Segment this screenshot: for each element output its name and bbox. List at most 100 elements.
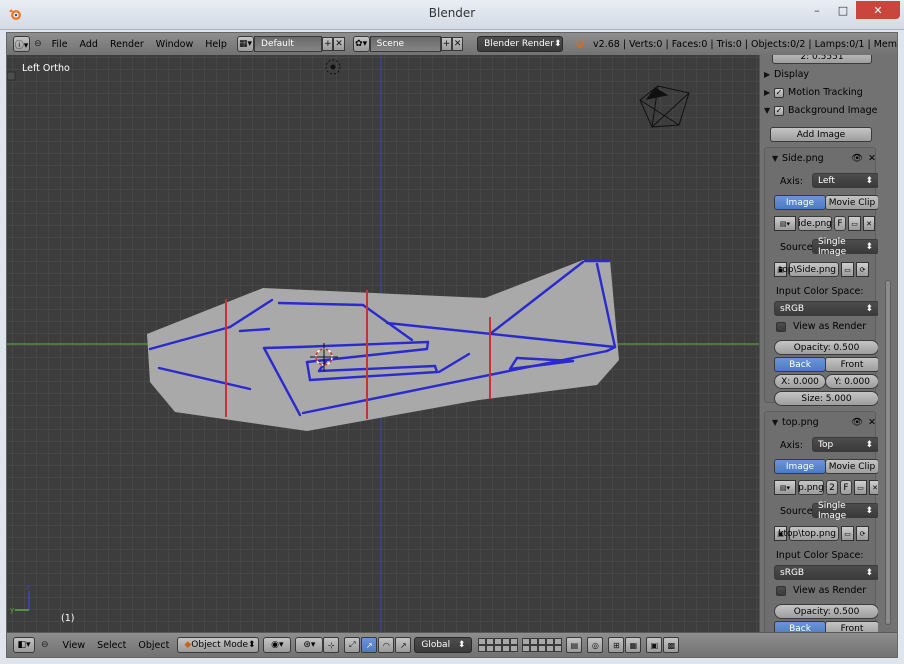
render-engine-select[interactable]: Blender Render ⬍: [477, 36, 564, 52]
minimize-button[interactable]: –: [804, 1, 830, 19]
layer-toggles[interactable]: [478, 638, 566, 652]
interaction-mode-select[interactable]: ◆ Object Mode ⬍: [177, 637, 260, 653]
top-back-button[interactable]: Back: [774, 621, 826, 632]
scene-browse-button[interactable]: ✿▾: [352, 36, 370, 52]
bg-image-top-header[interactable]: ▼ top.png 👁 ✕: [772, 417, 876, 428]
top-axis-select[interactable]: Top ⬍: [812, 437, 878, 452]
close-button[interactable]: ✕: [856, 1, 900, 19]
scene-field[interactable]: Scene: [369, 36, 442, 52]
viewport-shading-select[interactable]: ◉▾: [263, 637, 292, 653]
editor-type-info-button[interactable]: ⓘ▾: [13, 36, 31, 52]
open-folder-icon[interactable]: ▭: [854, 480, 867, 495]
top-image-users-count[interactable]: 2: [826, 480, 838, 495]
properties-scrollbar[interactable]: [878, 55, 897, 632]
top-image-file-field[interactable]: p.png: [798, 480, 824, 495]
side-source-select[interactable]: Single Image ⬍: [812, 237, 878, 257]
side-image-tab[interactable]: Image: [774, 195, 826, 210]
side-image-file-field[interactable]: ide.png: [798, 216, 832, 231]
side-fake-user-button[interactable]: F: [834, 216, 846, 231]
remove-image-icon[interactable]: ✕: [868, 417, 876, 428]
top-source-select[interactable]: Single Image ⬍: [812, 501, 878, 521]
panel-display-header[interactable]: ▶ Display: [764, 69, 809, 80]
side-path-field[interactable]: top\Side.png: [779, 262, 839, 277]
eye-icon[interactable]: 👁: [851, 153, 863, 164]
snap-toggle-button[interactable]: ⊞: [608, 637, 625, 653]
side-front-button[interactable]: Front: [825, 357, 878, 372]
panel-background-images-header[interactable]: ▼ ✓ Background Images: [764, 105, 878, 116]
film-render-icon: ▩: [667, 640, 676, 650]
opengl-render-image-button[interactable]: ▣: [646, 637, 663, 653]
side-view-as-render-row[interactable]: View as Render: [776, 321, 866, 332]
side-back-button[interactable]: Back: [774, 357, 826, 372]
rotate-manipulator-button[interactable]: ↗: [361, 637, 378, 653]
unlink-icon[interactable]: ✕: [863, 216, 875, 231]
background-images-checkbox[interactable]: ✓: [774, 105, 784, 116]
menu-object[interactable]: Object: [138, 640, 169, 651]
side-color-space-select[interactable]: sRGB ⬍: [774, 301, 878, 316]
bg-image-side-header[interactable]: ▼ Side.png 👁 ✕: [772, 153, 876, 164]
motion-tracking-checkbox[interactable]: ✓: [774, 87, 784, 98]
transform-orientation-icon-button[interactable]: ↗: [395, 637, 412, 653]
remove-image-icon[interactable]: ✕: [868, 153, 876, 164]
open-folder-icon[interactable]: ▭: [841, 526, 854, 541]
menu-add[interactable]: Add: [80, 39, 98, 50]
side-opacity-slider[interactable]: Opacity: 0.500: [774, 340, 878, 355]
side-size-field[interactable]: Size: 5.000: [774, 391, 878, 406]
side-axis-select[interactable]: Left ⬍: [812, 173, 878, 188]
maximize-button[interactable]: □: [830, 1, 856, 19]
top-path-field[interactable]: ktop\top.png: [778, 526, 839, 541]
screen-layout-browse-button[interactable]: ▦▾: [236, 36, 255, 52]
open-folder-icon[interactable]: ▭: [848, 216, 861, 231]
panel-motion-tracking-header[interactable]: ▶ ✓ Motion Tracking: [764, 87, 863, 98]
eye-icon[interactable]: 👁: [851, 417, 863, 428]
delete-scene-button[interactable]: ✕: [452, 37, 464, 51]
menu-file[interactable]: File: [52, 39, 68, 50]
pivot-point-select[interactable]: ⊛▾: [295, 637, 324, 653]
delete-screen-button[interactable]: ✕: [333, 37, 345, 51]
top-image-tab[interactable]: Image: [774, 459, 826, 474]
partial-value-field[interactable]: 2: 0.5551: [772, 55, 872, 64]
side-movie-clip-tab[interactable]: Movie Clip: [825, 195, 878, 210]
image-browse-icon[interactable]: ▤▾: [774, 216, 796, 231]
opengl-render-animation-button[interactable]: ▩: [663, 637, 680, 653]
top-fake-user-button[interactable]: F: [840, 480, 852, 495]
add-screen-button[interactable]: +: [322, 37, 334, 51]
add-scene-button[interactable]: +: [441, 37, 453, 51]
collapse-menu-icon[interactable]: ⊖: [41, 640, 49, 650]
3d-viewport[interactable]: z y Left Ortho (1): [7, 55, 759, 632]
reload-icon[interactable]: ⟳: [856, 262, 869, 277]
menu-view[interactable]: View: [63, 640, 86, 651]
unlink-icon[interactable]: ✕: [869, 480, 878, 495]
menu-render[interactable]: Render: [110, 39, 144, 50]
image-browse-icon[interactable]: ▤▾: [774, 480, 796, 495]
top-view-as-render-row[interactable]: View as Render: [776, 585, 866, 596]
snap-element-select[interactable]: ▦: [625, 637, 642, 653]
open-folder-icon[interactable]: ▭: [841, 262, 854, 277]
scale-manipulator-button[interactable]: ◠: [378, 637, 395, 653]
transform-orientation-select[interactable]: Global ⬍: [414, 637, 473, 653]
side-view-as-render-checkbox[interactable]: [776, 321, 786, 332]
reload-icon[interactable]: ⟳: [856, 526, 869, 541]
side-offset-x-field[interactable]: X: 0.000: [774, 374, 826, 389]
collapse-menu-icon[interactable]: ⊖: [34, 39, 42, 49]
proportional-edit-button[interactable]: ◎: [587, 637, 604, 653]
top-movie-clip-tab[interactable]: Movie Clip: [825, 459, 878, 474]
translate-manipulator-button[interactable]: ⤢: [344, 637, 361, 653]
add-image-button[interactable]: Add Image: [770, 127, 872, 142]
top-axis-label: Axis:: [780, 440, 803, 451]
top-view-as-render-checkbox[interactable]: [776, 585, 786, 596]
editor-type-3dview-button[interactable]: ◧▾: [13, 637, 35, 653]
top-opacity-slider[interactable]: Opacity: 0.500: [774, 604, 878, 619]
screen-layout-field[interactable]: Default: [254, 36, 323, 52]
scrollbar-thumb[interactable]: [885, 280, 891, 625]
side-offset-y-field[interactable]: Y: 0.000: [825, 374, 878, 389]
top-color-space-select[interactable]: sRGB ⬍: [774, 565, 878, 580]
transform-orientation-value: Global: [421, 640, 451, 650]
menu-select[interactable]: Select: [97, 640, 126, 651]
lock-layers-button[interactable]: ▤: [566, 637, 583, 653]
menu-help[interactable]: Help: [205, 39, 227, 50]
top-front-button[interactable]: Front: [825, 621, 878, 632]
menu-window[interactable]: Window: [156, 39, 193, 50]
manipulator-toggle-button[interactable]: ⊹: [323, 637, 340, 653]
toolshelf-toggle-icon[interactable]: [7, 71, 16, 81]
